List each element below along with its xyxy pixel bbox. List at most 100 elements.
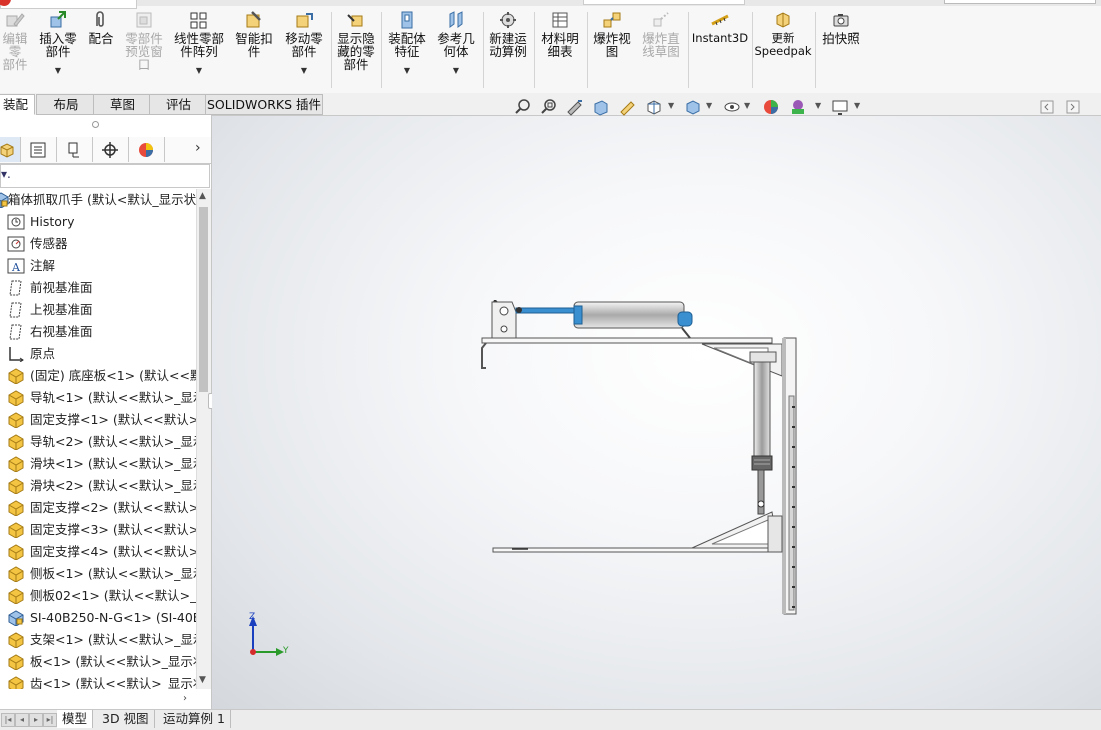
tree-item-label: 固定支撑<2> (默认<<默认>_显 xyxy=(30,500,196,515)
tab-feature-manager[interactable] xyxy=(0,137,21,162)
zoom-to-area-icon[interactable] xyxy=(540,98,558,116)
chevron-down-icon[interactable]: ▼ xyxy=(815,101,821,110)
part-icon xyxy=(7,412,25,429)
scroll-up-icon[interactable]: ▲ xyxy=(199,191,206,201)
tree-item[interactable]: SI-40B250-N-G<1> (SI-40B2 xyxy=(0,607,196,629)
part-icon xyxy=(7,368,25,385)
chevron-down-icon[interactable]: ▼ xyxy=(36,64,80,77)
tree-item[interactable]: 齿<1> (默认<<默认>_显示状态 xyxy=(0,673,196,689)
scroll-down-icon[interactable]: ▼ xyxy=(199,675,206,685)
tree-item-label: 导轨<1> (默认<<默认>_显示状 xyxy=(30,390,196,405)
first-tab-icon[interactable]: |◂ xyxy=(1,713,15,727)
tab-dimxpert-manager[interactable] xyxy=(93,137,129,162)
tree-item[interactable]: 侧板<1> (默认<<默认>_显示状 xyxy=(0,563,196,585)
chevron-down-icon[interactable]: ▼ xyxy=(706,101,712,110)
edit-component-button[interactable]: 编辑零 部件 xyxy=(0,10,30,90)
tree-item[interactable]: (固定) 底座板<1> (默认<<默认 xyxy=(0,365,196,387)
move-component-button[interactable]: 移动零 部件 ▼ xyxy=(281,10,327,90)
motion-study-icon xyxy=(500,12,516,28)
tab-layout[interactable]: 布局 xyxy=(36,94,96,115)
new-motion-study-button[interactable]: 新建运 动算例 xyxy=(485,10,531,90)
chevron-down-icon[interactable]: ▼ xyxy=(384,64,430,77)
tab-motion-study-1[interactable]: 运动算例 1 xyxy=(158,710,231,728)
tree-item[interactable]: 板<1> (默认<<默认>_显示状态 xyxy=(0,651,196,673)
view-orientation-icon[interactable] xyxy=(645,98,663,116)
filter-icon[interactable]: ▾. xyxy=(1,167,11,181)
section-view-icon[interactable] xyxy=(592,98,610,116)
take-snapshot-button[interactable]: 拍快照 xyxy=(818,10,864,90)
dynamic-annotation-icon[interactable] xyxy=(618,98,636,116)
bill-of-materials-button[interactable]: 材料明 细表 xyxy=(536,10,584,90)
instant3d-button[interactable]: Instant3D xyxy=(690,10,750,90)
update-speedpak-button[interactable]: 更新 Speedpak xyxy=(754,10,812,90)
tree-item[interactable]: 前视基准面 xyxy=(0,277,196,299)
edit-appearance-icon[interactable] xyxy=(762,98,780,116)
exploded-view-button[interactable]: 爆炸视 图 xyxy=(589,10,635,90)
scroll-right-icon[interactable]: › xyxy=(183,693,187,704)
tab-property-manager[interactable] xyxy=(21,137,57,162)
tree-item[interactable]: 上视基准面 xyxy=(0,299,196,321)
hide-show-items-icon[interactable] xyxy=(723,98,741,116)
chevron-down-icon[interactable]: ▼ xyxy=(170,64,228,77)
previous-view-icon[interactable] xyxy=(566,98,584,116)
window-maximize-icon[interactable] xyxy=(1066,98,1080,116)
apply-scene-icon[interactable] xyxy=(789,98,807,116)
tab-assembly[interactable]: 装配体 xyxy=(0,94,35,131)
display-style-icon[interactable] xyxy=(684,98,702,116)
graphics-area[interactable]: Z Y xyxy=(212,116,1101,709)
mate-button[interactable]: 配合 xyxy=(85,10,117,90)
panel-splitter-handle[interactable] xyxy=(92,121,99,128)
tree-item[interactable]: History xyxy=(0,211,196,233)
svg-text:A: A xyxy=(11,261,21,274)
search-box[interactable] xyxy=(944,0,1096,4)
tree-item[interactable]: A 注解 xyxy=(0,255,196,277)
zoom-to-fit-icon[interactable] xyxy=(514,98,532,116)
tree-item[interactable]: 固定支撑<4> (默认<<默认>_显 xyxy=(0,541,196,563)
previous-tab-icon[interactable]: ◂ xyxy=(15,713,29,727)
tree-item[interactable]: 固定支撑<3> (默认<<默认>_显 xyxy=(0,519,196,541)
chevron-down-icon[interactable]: ▼ xyxy=(281,64,327,77)
tree-item[interactable]: 侧板02<1> (默认<<默认>_显示 xyxy=(0,585,196,607)
tab-model[interactable]: 模型 xyxy=(57,710,94,728)
tab-solidworks-addins[interactable]: SOLIDWORKS 插件 xyxy=(205,94,323,115)
explode-line-sketch-button[interactable]: 爆炸直 线草图 xyxy=(638,10,684,90)
tab-configuration-manager[interactable] xyxy=(57,137,93,162)
tab-display-manager[interactable] xyxy=(129,137,165,162)
app-menu-tab[interactable] xyxy=(0,0,137,9)
tree-item[interactable]: 传感器 xyxy=(0,233,196,255)
tree-item[interactable]: 固定支撑<2> (默认<<默认>_显 xyxy=(0,497,196,519)
tree-scrollbar[interactable]: ▲ ▼ xyxy=(196,189,211,689)
tree-item[interactable]: 支架<1> (默认<<默认>_显示状 xyxy=(0,629,196,651)
tree-filter-bar[interactable]: ▾. xyxy=(0,164,210,188)
tab-evaluate[interactable]: 评估 xyxy=(149,94,208,115)
tree-item[interactable]: 导轨<2> (默认<<默认>_显示状 xyxy=(0,431,196,453)
chevron-down-icon[interactable]: ▼ xyxy=(668,101,674,110)
tree-item[interactable]: 原点 xyxy=(0,343,196,365)
reference-geometry-button[interactable]: 参考几 何体 ▼ xyxy=(433,10,479,90)
chevron-down-icon[interactable]: ▼ xyxy=(854,101,860,110)
tree-item[interactable]: 滑块<1> (默认<<默认>_显示状 xyxy=(0,453,196,475)
chevron-down-icon[interactable]: ▼ xyxy=(433,64,479,77)
scrollbar-thumb[interactable] xyxy=(199,207,208,392)
assembly-features-button[interactable]: 装配体 特征 ▼ xyxy=(384,10,430,90)
window-restore-icon[interactable] xyxy=(1040,98,1054,116)
tab-3d-view[interactable]: 3D 视图 xyxy=(97,710,155,728)
show-hidden-components-button[interactable]: 显示隐 藏的零 部件 xyxy=(333,10,379,90)
smart-fasteners-button[interactable]: 智能扣 件 xyxy=(232,10,276,90)
component-preview-button[interactable]: 零部件 预览窗 口 xyxy=(121,10,167,90)
view-settings-icon[interactable] xyxy=(831,98,849,116)
tree-item[interactable]: 导轨<1> (默认<<默认>_显示状 xyxy=(0,387,196,409)
linear-pattern-button[interactable]: 线性零部 件阵列 ▼ xyxy=(170,10,228,90)
tree-item[interactable]: 固定支撑<1> (默认<<默认>_显 xyxy=(0,409,196,431)
tree-item-label: 支架<1> (默认<<默认>_显示状 xyxy=(30,632,196,647)
next-tab-icon[interactable]: ▸ xyxy=(29,713,43,727)
tree-root-assembly[interactable]: 箱体抓取爪手 (默认<默认_显示状态 xyxy=(0,189,196,211)
chevron-down-icon[interactable]: ▼ xyxy=(744,101,750,110)
last-tab-icon[interactable]: ▸| xyxy=(43,713,57,727)
chevron-right-icon[interactable]: › xyxy=(195,140,201,156)
tree-item[interactable]: 右视基准面 xyxy=(0,321,196,343)
tree-root-label: 箱体抓取爪手 (默认<默认_显示状态 xyxy=(8,192,196,207)
tree-item[interactable]: 滑块<2> (默认<<默认>_显示状 xyxy=(0,475,196,497)
tab-sketch[interactable]: 草图 xyxy=(93,94,152,115)
insert-component-button[interactable]: 插入零 部件 ▼ xyxy=(36,10,80,90)
